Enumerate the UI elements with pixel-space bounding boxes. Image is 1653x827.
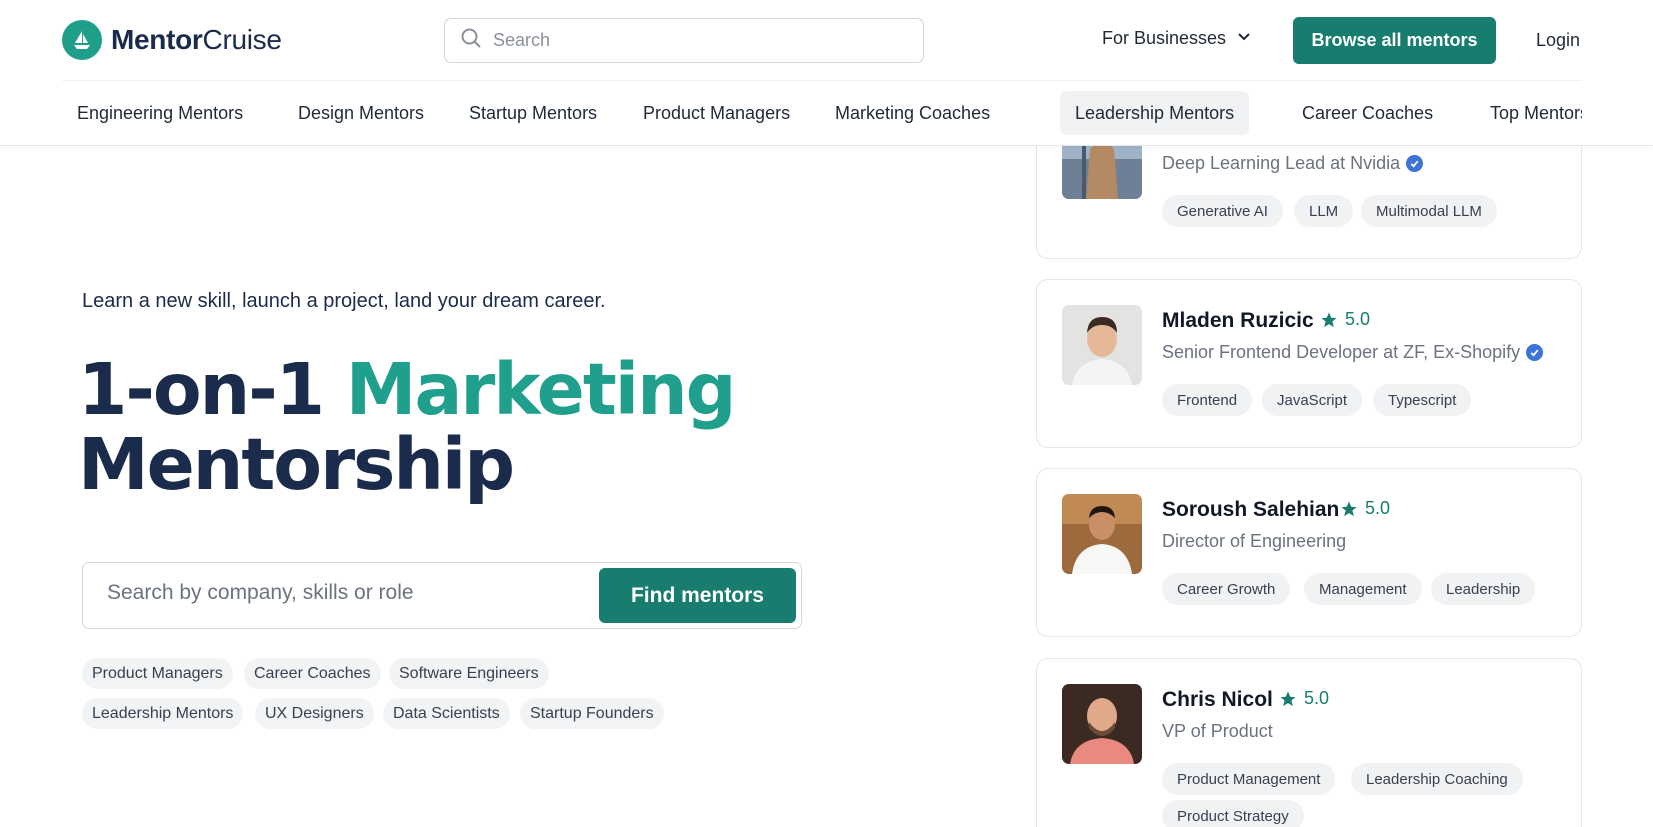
nav-item-leadership-mentors[interactable]: Leadership Mentors	[1060, 91, 1250, 135]
chevron-down-icon	[1226, 28, 1252, 49]
nav-item-career-coaches[interactable]: Career Coaches	[1287, 91, 1448, 135]
hero-title-accent: Marketing	[345, 348, 737, 431]
sailboat-logo-icon	[62, 20, 102, 60]
chip-career-coaches[interactable]: Career Coaches	[244, 658, 381, 689]
avatar	[1062, 684, 1142, 764]
mentor-role-text: Senior Frontend Developer at ZF, Ex-Shop…	[1162, 342, 1521, 362]
header-search[interactable]	[444, 18, 924, 63]
chip-startup-founders[interactable]: Startup Founders	[520, 698, 664, 729]
skill-tag[interactable]: Typescript	[1373, 384, 1472, 416]
chip-data-scientists[interactable]: Data Scientists	[383, 698, 510, 729]
verified-badge-icon	[1406, 155, 1424, 172]
nav-item-startup-mentors[interactable]: Startup Mentors	[454, 91, 612, 135]
mentor-role: Deep Learning Lead at Nvidia	[1162, 153, 1424, 174]
for-businesses-dropdown[interactable]: For Businesses	[1102, 28, 1252, 49]
mentor-role-text: Director of Engineering	[1162, 531, 1347, 551]
skill-tag[interactable]: Product Management	[1162, 763, 1336, 795]
skill-tag[interactable]: Frontend	[1162, 384, 1253, 416]
verified-badge-icon	[1526, 344, 1544, 361]
hero-title-part2: Mentorship	[78, 423, 515, 506]
skill-tag[interactable]: JavaScript	[1262, 384, 1363, 416]
mentor-rating: 5.0	[1279, 688, 1329, 709]
mentor-rating: 5.0	[1320, 309, 1370, 330]
mentor-role-text: Deep Learning Lead at Nvidia	[1162, 153, 1401, 173]
hero-search: Find mentors	[82, 562, 802, 629]
chip-product-managers[interactable]: Product Managers	[82, 658, 233, 689]
mentor-role: Senior Frontend Developer at ZF, Ex-Shop…	[1162, 342, 1544, 363]
top-bar: MentorCruise For Businesses Browse all m…	[62, 0, 1582, 81]
hero-title-part1: 1-on-1	[78, 348, 325, 431]
rating-value: 5.0	[1365, 498, 1391, 518]
skill-tag[interactable]: Leadership	[1431, 573, 1536, 605]
mentor-rating: 5.0	[1340, 498, 1390, 519]
hero-tagline: Learn a new skill, launch a project, lan…	[82, 290, 606, 312]
avatar	[1062, 494, 1142, 574]
mentor-name[interactable]: Mladen Ruzicic	[1162, 309, 1314, 333]
for-businesses-label: For Businesses	[1102, 28, 1227, 48]
browse-all-mentors-button[interactable]: Browse all mentors	[1293, 17, 1496, 64]
skill-tag[interactable]: Career Growth	[1162, 573, 1291, 605]
nav-item-design-mentors[interactable]: Design Mentors	[283, 91, 439, 135]
nav-item-marketing-coaches[interactable]: Marketing Coaches	[820, 91, 1005, 135]
mentor-role: VP of Product	[1162, 721, 1273, 742]
skill-tag[interactable]: Management	[1304, 573, 1422, 605]
skill-tag[interactable]: Leadership Coaching	[1351, 763, 1523, 795]
skill-tag[interactable]: Generative AI	[1162, 195, 1283, 227]
hero-title: 1-on-1 Marketing Mentorship	[78, 352, 736, 506]
mentor-card[interactable]: Soroush Salehian 5.0 Director of Enginee…	[1036, 468, 1582, 637]
search-icon	[459, 26, 483, 55]
mentor-name[interactable]: Chris Nicol	[1162, 688, 1273, 712]
mentor-role-text: VP of Product	[1162, 721, 1273, 741]
star-icon	[1321, 312, 1337, 327]
site-header: MentorCruise For Businesses Browse all m…	[0, 0, 1653, 146]
star-icon	[1280, 691, 1296, 706]
header-search-input[interactable]	[493, 30, 893, 51]
nav-item-engineering-mentors[interactable]: Engineering Mentors	[62, 91, 258, 135]
hero-search-input[interactable]	[107, 581, 577, 605]
avatar	[1062, 305, 1142, 385]
rating-value: 5.0	[1304, 688, 1330, 708]
mentor-card[interactable]: Chris Nicol 5.0 VP of Product Product Ma…	[1036, 658, 1582, 827]
mentor-name[interactable]: Soroush Salehian	[1162, 498, 1339, 522]
mentor-role: Director of Engineering	[1162, 531, 1346, 552]
find-mentors-button[interactable]: Find mentors	[599, 568, 796, 623]
nav-item-top-mentors[interactable]: Top Mentors	[1475, 91, 1582, 135]
rating-value: 5.0	[1345, 309, 1371, 329]
login-link[interactable]: Login	[1536, 30, 1580, 51]
skill-tag[interactable]: Product Strategy	[1162, 800, 1304, 827]
mentor-card[interactable]: Mladen Ruzicic 5.0 Senior Frontend Devel…	[1036, 279, 1582, 448]
skill-tag[interactable]: Multimodal LLM	[1361, 195, 1497, 227]
chip-ux-designers[interactable]: UX Designers	[255, 698, 374, 729]
category-nav: Engineering Mentors Design Mentors Start…	[62, 91, 1582, 137]
chip-leadership-mentors[interactable]: Leadership Mentors	[82, 698, 244, 729]
chip-software-engineers[interactable]: Software Engineers	[389, 658, 549, 689]
logo-wordmark: MentorCruise	[111, 24, 282, 55]
logo[interactable]: MentorCruise	[62, 20, 282, 60]
nav-item-product-managers[interactable]: Product Managers	[628, 91, 805, 135]
skill-tag[interactable]: LLM	[1294, 195, 1354, 227]
star-icon	[1341, 501, 1357, 516]
